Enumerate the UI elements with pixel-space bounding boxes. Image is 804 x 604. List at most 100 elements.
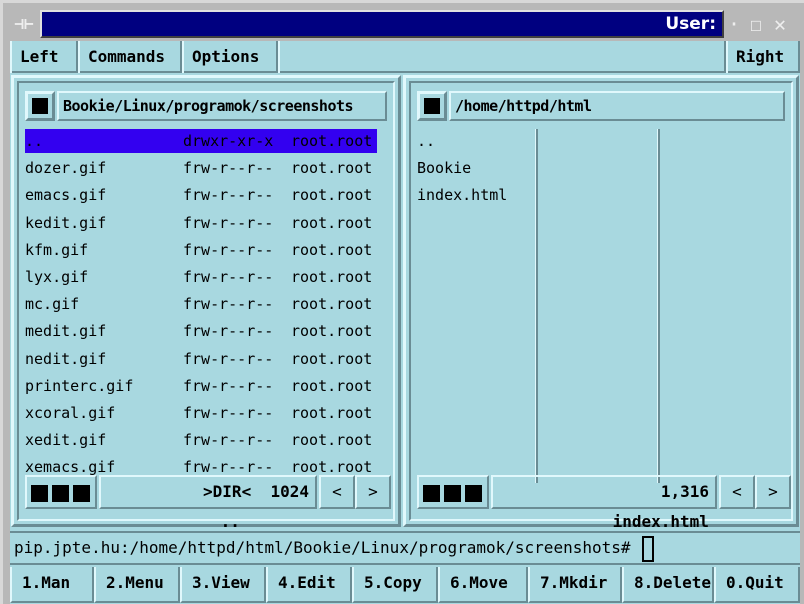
left-status-squares[interactable] <box>25 475 97 509</box>
menu-right[interactable]: Right <box>726 41 800 73</box>
file-name: .. <box>25 132 44 150</box>
file-row[interactable]: index.html <box>417 183 533 207</box>
right-prev-button[interactable]: < <box>719 475 755 509</box>
left-next-button[interactable]: > <box>355 475 391 509</box>
file-owner: root.root <box>291 295 373 314</box>
maximize-icon[interactable]: ☐ <box>746 14 766 34</box>
file-name: .. <box>417 132 436 150</box>
fkey-view-button[interactable]: 3.View <box>180 567 266 603</box>
left-status-size: 1024 <box>270 482 309 501</box>
left-path[interactable]: Bookie/Linux/programok/screenshots <box>57 91 387 121</box>
file-name: index.html <box>417 186 508 205</box>
file-row[interactable]: nedit.gif frw-r--r-- root.root <box>25 347 377 371</box>
file-owner: root.root <box>291 431 373 450</box>
left-prev-button[interactable]: < <box>319 475 355 509</box>
file-owner: root.root <box>291 268 373 286</box>
window-frame: ⊣⊢ X Northern Captain v.3.0.8 launched f… <box>0 0 804 604</box>
left-path-button[interactable] <box>25 91 55 121</box>
right-status-squares[interactable] <box>417 475 489 509</box>
right-file-list[interactable]: .. Bookie index.html <box>417 129 785 479</box>
menu-options[interactable]: Options <box>182 41 278 73</box>
close-icon[interactable]: ✕ <box>770 14 790 34</box>
fkey-quit-button[interactable]: 0.Quit <box>714 567 800 603</box>
file-row[interactable]: emacs.gif frw-r--r-- root.root <box>25 183 377 207</box>
file-permissions: drwxr-xr-x <box>183 132 274 150</box>
fkey-man-button[interactable]: 1.Man <box>10 567 94 603</box>
file-permissions: frw-r--r-- <box>183 240 274 259</box>
app-area: Left Commands Options Right Bookie/Linux… <box>10 41 800 604</box>
file-name: emacs.gif <box>25 186 107 205</box>
fkey-delete-button[interactable]: 8.Delete <box>622 567 714 603</box>
column-divider <box>657 129 660 483</box>
fkey-edit-button[interactable]: 4.Edit <box>266 567 352 603</box>
right-status-row: index.html 1,316 < > <box>417 475 791 531</box>
left-file-list[interactable]: .. drwxr-xr-x root.root dozer.gif frw-r--r--… <box>25 129 387 479</box>
file-owner: root.root <box>291 159 373 178</box>
user-label: User: <box>665 14 716 34</box>
file-row[interactable]: lyx.gif frw-r--r-- root.root <box>25 265 377 289</box>
file-name: kedit.gif <box>25 213 107 232</box>
file-row[interactable]: .. drwxr-xr-x root.root <box>25 129 377 153</box>
file-row[interactable]: kfm.gif frw-r--r-- root.root <box>25 238 377 262</box>
left-status-info: .. >DIR< 1024 <box>99 475 317 531</box>
square-icon <box>444 485 461 502</box>
fkey-copy-button[interactable]: 5.Copy <box>352 567 438 603</box>
file-owner: root.root <box>291 186 373 205</box>
left-status-row: .. >DIR< 1024 < > <box>25 475 391 531</box>
file-permissions: frw-r--r-- <box>183 322 274 341</box>
file-permissions: frw-r--r-- <box>183 295 274 314</box>
file-name: medit.gif <box>25 322 107 341</box>
file-owner: root.root <box>291 132 373 150</box>
left-path-row: Bookie/Linux/programok/screenshots <box>25 91 387 121</box>
file-name: nedit.gif <box>25 349 107 368</box>
file-row[interactable]: dozer.gif frw-r--r-- root.root <box>25 156 377 180</box>
square-icon <box>423 485 440 502</box>
file-row[interactable]: xedit.gif frw-r--r-- root.root <box>25 428 377 452</box>
menu-commands[interactable]: Commands <box>78 41 182 73</box>
file-row[interactable]: mc.gif frw-r--r-- root.root <box>25 292 377 316</box>
file-row[interactable]: medit.gif frw-r--r-- root.root <box>25 319 377 343</box>
square-icon <box>73 485 90 502</box>
file-name: Bookie <box>417 159 472 178</box>
title-bar[interactable]: ⊣⊢ X Northern Captain v.3.0.8 launched f… <box>10 10 804 38</box>
file-name: mc.gif <box>25 295 80 314</box>
left-status-name: .. <box>220 512 240 531</box>
file-row[interactable]: .. <box>417 129 533 153</box>
window-title: X Northern Captain v.3.0.8 launched from… <box>40 10 724 38</box>
file-permissions: frw-r--r-- <box>183 159 274 178</box>
file-row[interactable]: xcoral.gif frw-r--r-- root.root <box>25 401 377 425</box>
file-row[interactable]: printerc.gif frw-r--r-- root.root <box>25 374 377 398</box>
file-owner: root.root <box>291 349 373 368</box>
column-divider <box>535 129 538 483</box>
file-permissions: frw-r--r-- <box>183 186 274 205</box>
function-key-bar: 1.Man 2.Menu 3.View 4.Edit 5.Copy 6.Move 7.Mkd… <box>10 567 800 603</box>
fkey-move-button[interactable]: 6.Move <box>438 567 528 603</box>
file-name: xedit.gif <box>25 431 107 450</box>
file-owner: root.root <box>291 376 373 395</box>
file-row[interactable]: kedit.gif frw-r--r-- root.root <box>25 211 377 235</box>
file-owner: root.root <box>291 322 373 341</box>
right-path-button[interactable] <box>417 91 447 121</box>
square-icon <box>424 98 440 114</box>
file-name: kfm.gif <box>25 240 89 259</box>
menu-left[interactable]: Left <box>10 41 78 73</box>
square-icon <box>465 485 482 502</box>
file-owner: root.root <box>291 240 373 259</box>
file-permissions: frw-r--r-- <box>183 349 274 368</box>
square-icon <box>31 485 48 502</box>
fkey-mkdir-button[interactable]: 7.Mkdir <box>528 567 622 603</box>
right-next-button[interactable]: > <box>755 475 791 509</box>
file-row[interactable]: Bookie <box>417 156 533 180</box>
minimize-icon[interactable]: · <box>724 14 744 34</box>
fkey-menu-button[interactable]: 2.Menu <box>94 567 180 603</box>
pin-icon[interactable]: ⊣⊢ <box>10 13 38 35</box>
command-line[interactable]: pip.jpte.hu:/home/httpd/html/Bookie/Linu… <box>10 531 800 565</box>
file-permissions: frw-r--r-- <box>183 376 274 395</box>
right-panel: /home/httpd/html .. Bookie index.html inde… <box>403 75 799 531</box>
right-panel-inner: /home/httpd/html .. Bookie index.html inde… <box>409 81 793 531</box>
right-path-row: /home/httpd/html <box>417 91 785 121</box>
left-panel: Bookie/Linux/programok/screenshots .. drw… <box>11 75 401 531</box>
file-permissions: frw-r--r-- <box>183 404 274 422</box>
right-path[interactable]: /home/httpd/html <box>449 91 785 121</box>
left-panel-inner: Bookie/Linux/programok/screenshots .. drw… <box>17 81 395 531</box>
